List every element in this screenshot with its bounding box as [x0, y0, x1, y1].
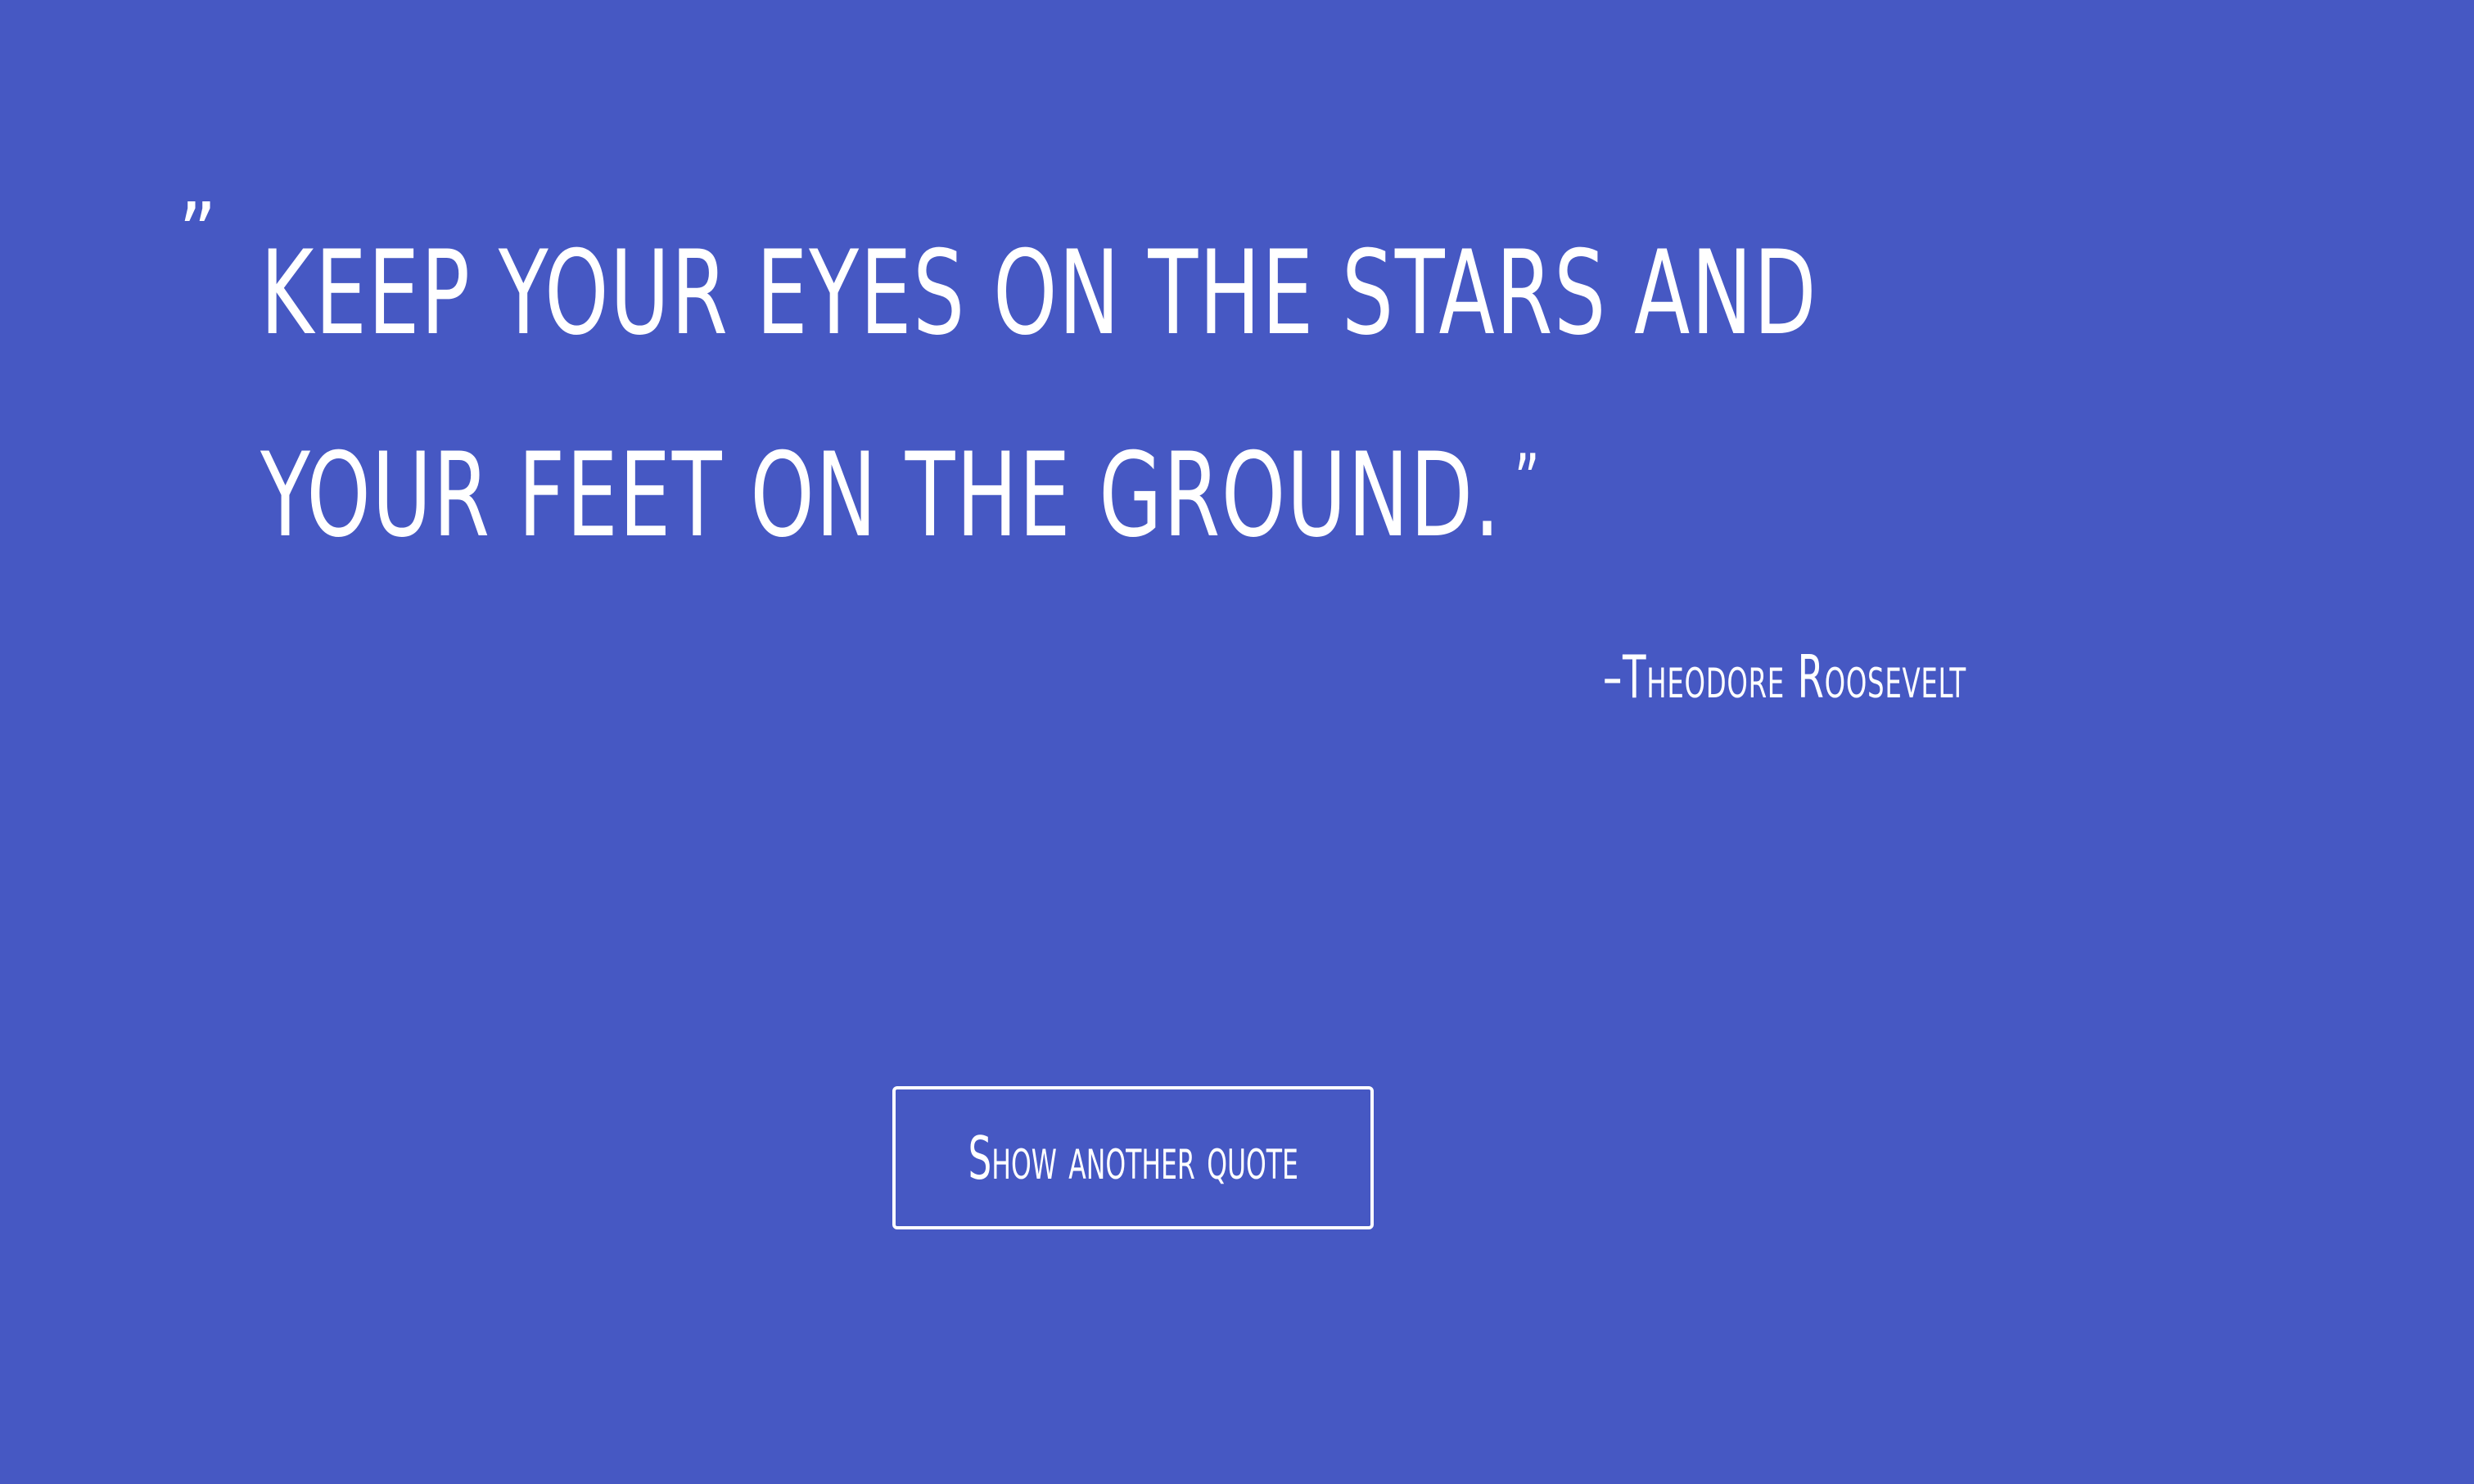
quote-page: ” Keep your eyes on the stars and your f…: [0, 0, 2474, 1484]
quote-text: Keep your eyes on the stars and your fee…: [260, 226, 1818, 563]
quote-author: –Theodore Roosevelt: [1603, 643, 1966, 711]
open-quote-mark: ”: [178, 185, 217, 281]
close-quote-mark: ”: [1514, 440, 1542, 521]
show-another-quote-button[interactable]: Show another quote: [892, 1086, 1374, 1229]
show-another-quote-label: Show another quote: [968, 1123, 1298, 1193]
quote-block: ” Keep your eyes on the stars and your f…: [178, 192, 2389, 577]
quote-text-container: Keep your eyes on the stars and your fee…: [260, 201, 1934, 589]
